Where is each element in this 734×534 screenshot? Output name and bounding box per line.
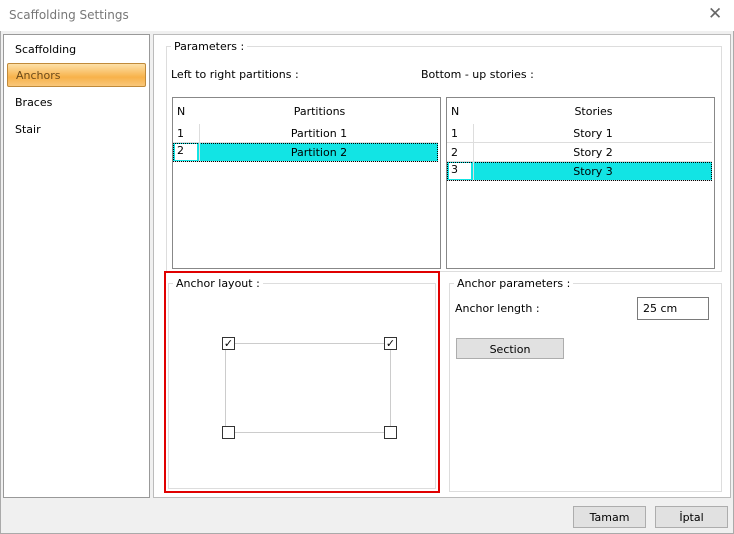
table-header: N Stories xyxy=(447,98,714,124)
cancel-button[interactable]: İptal xyxy=(655,506,728,528)
partitions-label: Left to right partitions : xyxy=(171,68,299,81)
partitions-table[interactable]: N Partitions 1 Partition 1 2 Partition 2 xyxy=(172,97,441,269)
row-name: Story 1 xyxy=(473,124,712,142)
anchor-layout-legend: Anchor layout : xyxy=(176,277,260,290)
anchor-checkbox-bottom-right[interactable] xyxy=(384,426,397,439)
column-header-n[interactable]: N xyxy=(177,105,185,118)
anchor-parameters-legend: Anchor parameters : xyxy=(457,277,571,290)
table-row[interactable]: 2 Story 2 xyxy=(447,143,712,162)
anchor-checkbox-top-right[interactable]: ✓ xyxy=(384,337,397,350)
row-number: 3 xyxy=(449,163,471,179)
sidebar: Scaffolding Anchors Braces Stair xyxy=(3,34,150,498)
table-row[interactable]: 1 Story 1 xyxy=(447,124,712,143)
sidebar-item-stair[interactable]: Stair xyxy=(7,118,146,142)
anchor-length-label: Anchor length : xyxy=(455,302,540,315)
stories-label: Bottom - up stories : xyxy=(421,68,534,81)
ok-button[interactable]: Tamam xyxy=(573,506,646,528)
row-number: 2 xyxy=(175,144,197,160)
column-header-stories[interactable]: Stories xyxy=(473,105,714,118)
table-row[interactable]: 2 Partition 2 xyxy=(173,143,438,162)
row-name: Story 3 xyxy=(473,162,712,180)
table-row[interactable]: 1 Partition 1 xyxy=(173,124,438,143)
section-button[interactable]: Section xyxy=(456,338,564,359)
row-number: 1 xyxy=(177,127,184,140)
row-name: Partition 2 xyxy=(199,143,438,161)
close-icon[interactable]: ✕ xyxy=(708,4,722,24)
column-header-partitions[interactable]: Partitions xyxy=(199,105,440,118)
anchor-checkbox-top-left[interactable]: ✓ xyxy=(222,337,235,350)
row-name: Partition 1 xyxy=(199,124,438,142)
anchor-layout-rectangle xyxy=(225,343,391,433)
anchor-length-input[interactable]: 25 cm xyxy=(637,297,709,320)
sidebar-item-anchors[interactable]: Anchors xyxy=(7,63,146,87)
row-name: Story 2 xyxy=(473,143,712,161)
parameters-legend: Parameters : xyxy=(174,40,245,53)
column-header-n[interactable]: N xyxy=(451,105,459,118)
check-icon: ✓ xyxy=(385,337,396,350)
row-number: 1 xyxy=(451,127,458,140)
title-bar: Scaffolding Settings ✕ xyxy=(0,0,734,31)
stories-table[interactable]: N Stories 1 Story 1 2 Story 2 3 Story 3 xyxy=(446,97,715,269)
check-icon: ✓ xyxy=(223,337,234,350)
sidebar-item-scaffolding[interactable]: Scaffolding xyxy=(7,38,146,62)
sidebar-item-braces[interactable]: Braces xyxy=(7,91,146,115)
window-title: Scaffolding Settings xyxy=(9,8,129,22)
table-row[interactable]: 3 Story 3 xyxy=(447,162,712,181)
row-number: 2 xyxy=(451,146,458,159)
table-header: N Partitions xyxy=(173,98,440,124)
anchor-checkbox-bottom-left[interactable] xyxy=(222,426,235,439)
